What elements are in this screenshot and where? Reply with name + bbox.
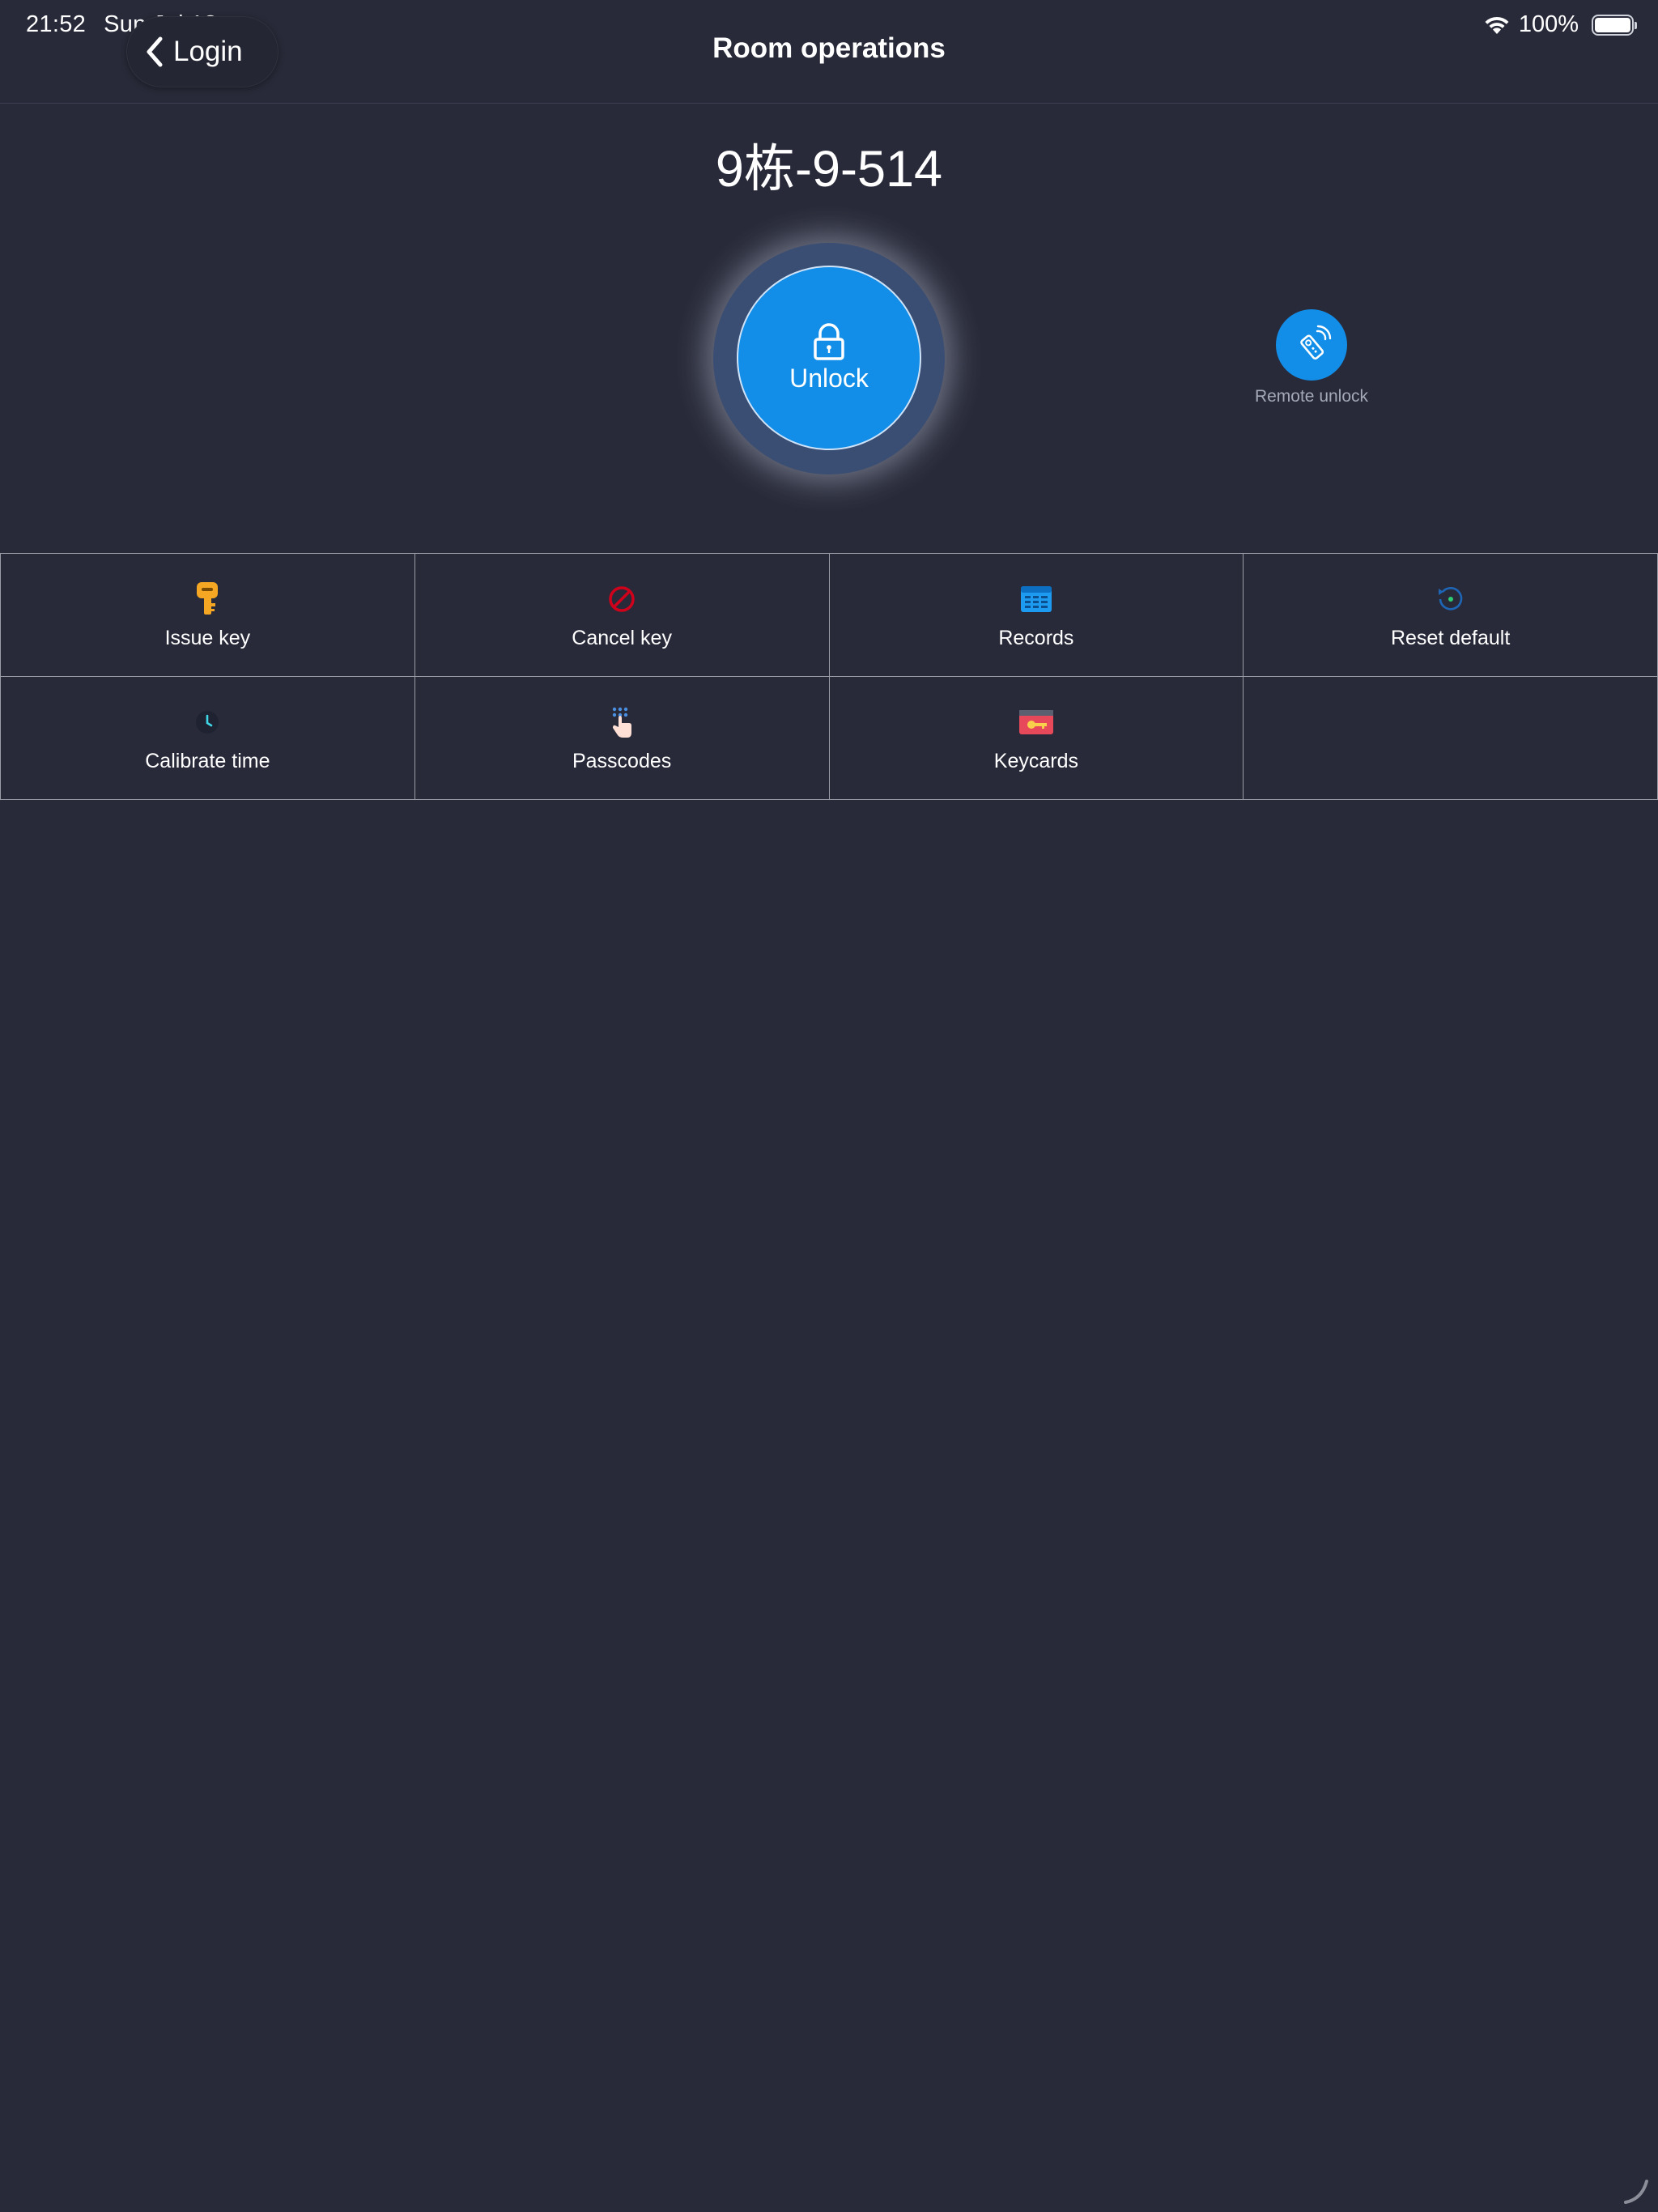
nav-divider: [0, 103, 1658, 104]
battery-fill: [1595, 17, 1630, 32]
page-title: Room operations: [712, 32, 946, 64]
records-label: Records: [998, 627, 1074, 649]
keycards-button[interactable]: Keycards: [829, 677, 1244, 800]
reset-default-button[interactable]: Reset default: [1244, 554, 1658, 677]
cancel-key-button[interactable]: Cancel key: [414, 554, 830, 677]
calibrate-time-button[interactable]: Calibrate time: [1, 677, 415, 800]
unlock-button[interactable]: Unlock: [737, 266, 921, 450]
key-icon: [189, 581, 225, 617]
corner-indicator-icon: [1624, 2180, 1648, 2204]
operations-grid: Issue key Cancel key Records Reset defau…: [0, 553, 1658, 800]
calibrate-time-label: Calibrate time: [145, 750, 270, 772]
remote-unlock-button[interactable]: [1276, 309, 1347, 381]
cancel-key-label: Cancel key: [572, 627, 672, 649]
reset-icon: [1433, 581, 1469, 617]
clock-icon: [189, 704, 225, 740]
unlock-label: Unlock: [789, 363, 869, 393]
remote-unlock-label: Remote unlock: [1254, 387, 1369, 406]
room-operations-screen: 21:52 Sun Jul 12 100% Login Room operati…: [0, 0, 1658, 2212]
prohibited-icon: [604, 581, 640, 617]
keypad-finger-icon: [604, 704, 640, 740]
padlock-icon: [814, 322, 844, 360]
passcodes-button[interactable]: Passcodes: [414, 677, 830, 800]
empty-grid-cell: [1244, 677, 1658, 800]
issue-key-button[interactable]: Issue key: [1, 554, 415, 677]
records-button[interactable]: Records: [829, 554, 1244, 677]
passcodes-label: Passcodes: [572, 750, 672, 772]
keycards-label: Keycards: [993, 750, 1078, 772]
records-calendar-icon: [1018, 581, 1054, 617]
remote-control-icon: [1300, 325, 1332, 360]
reset-default-label: Reset default: [1390, 627, 1511, 649]
issue-key-label: Issue key: [164, 627, 251, 649]
keycard-icon: [1018, 704, 1054, 740]
room-name: 9栋-9-514: [715, 141, 943, 198]
